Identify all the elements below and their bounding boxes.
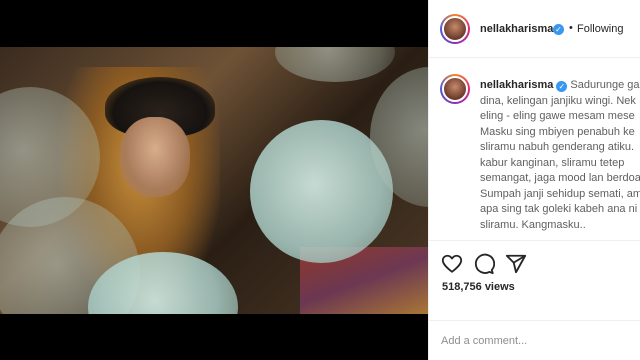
caption-line: dina, kelingan janjiku wingi. Nek [480,94,636,107]
heart-icon[interactable] [441,253,463,275]
caption-line: eling - eling gawe mesam mese [480,110,635,122]
comment-box [429,320,640,360]
following-button[interactable]: Following [577,23,623,35]
caption-line: Sumpah janji sehidup semati, am [480,187,640,200]
username-link[interactable]: nellakharisma [480,23,553,35]
caption-line: semangat, jaga mood lan berdoa [480,172,640,184]
caption-line: nellakharisma ✓ Sadurunge gar [480,78,640,94]
caption-line: Masku sing mbiyen penabuh ke [480,125,635,138]
view-count[interactable]: 518,756 views [442,281,515,293]
caption-line: kabur kanginan, sliramu tetep [480,156,625,169]
caption-line: sliramu. Kangmasku.. [480,218,586,231]
paper-plane-icon[interactable] [505,253,527,275]
caption: nellakharisma ✓ Sadurunge gar dina, keling… [480,78,640,233]
caption-username[interactable]: nellakharisma [480,79,553,91]
caption-line: apa sing tak goleki kabeh ana ni [480,203,638,215]
comment-input[interactable] [441,331,631,351]
comment-bubble-icon[interactable] [473,253,496,275]
bokeh-circle [275,47,395,82]
video-player[interactable] [0,47,428,314]
verified-badge-icon: ✓ [556,81,568,92]
scene-face [120,117,190,197]
post-header: nellakharisma ✓ • Following [429,0,640,58]
avatar[interactable] [440,74,470,104]
verified-badge-icon: ✓ [553,24,564,35]
caption-text: Sadurunge gar [570,79,640,91]
separator-dot: • [569,22,573,34]
caption-line: sliramu nabuh genderang atiku. [480,141,635,153]
post-media [0,0,428,360]
post-panel: nellakharisma ✓ • Following nellakharism… [428,0,640,360]
avatar[interactable] [440,14,470,44]
caption-section: nellakharisma ✓ Sadurunge gar dina, keling… [429,60,640,240]
post-actions: 518,756 views [429,240,640,320]
